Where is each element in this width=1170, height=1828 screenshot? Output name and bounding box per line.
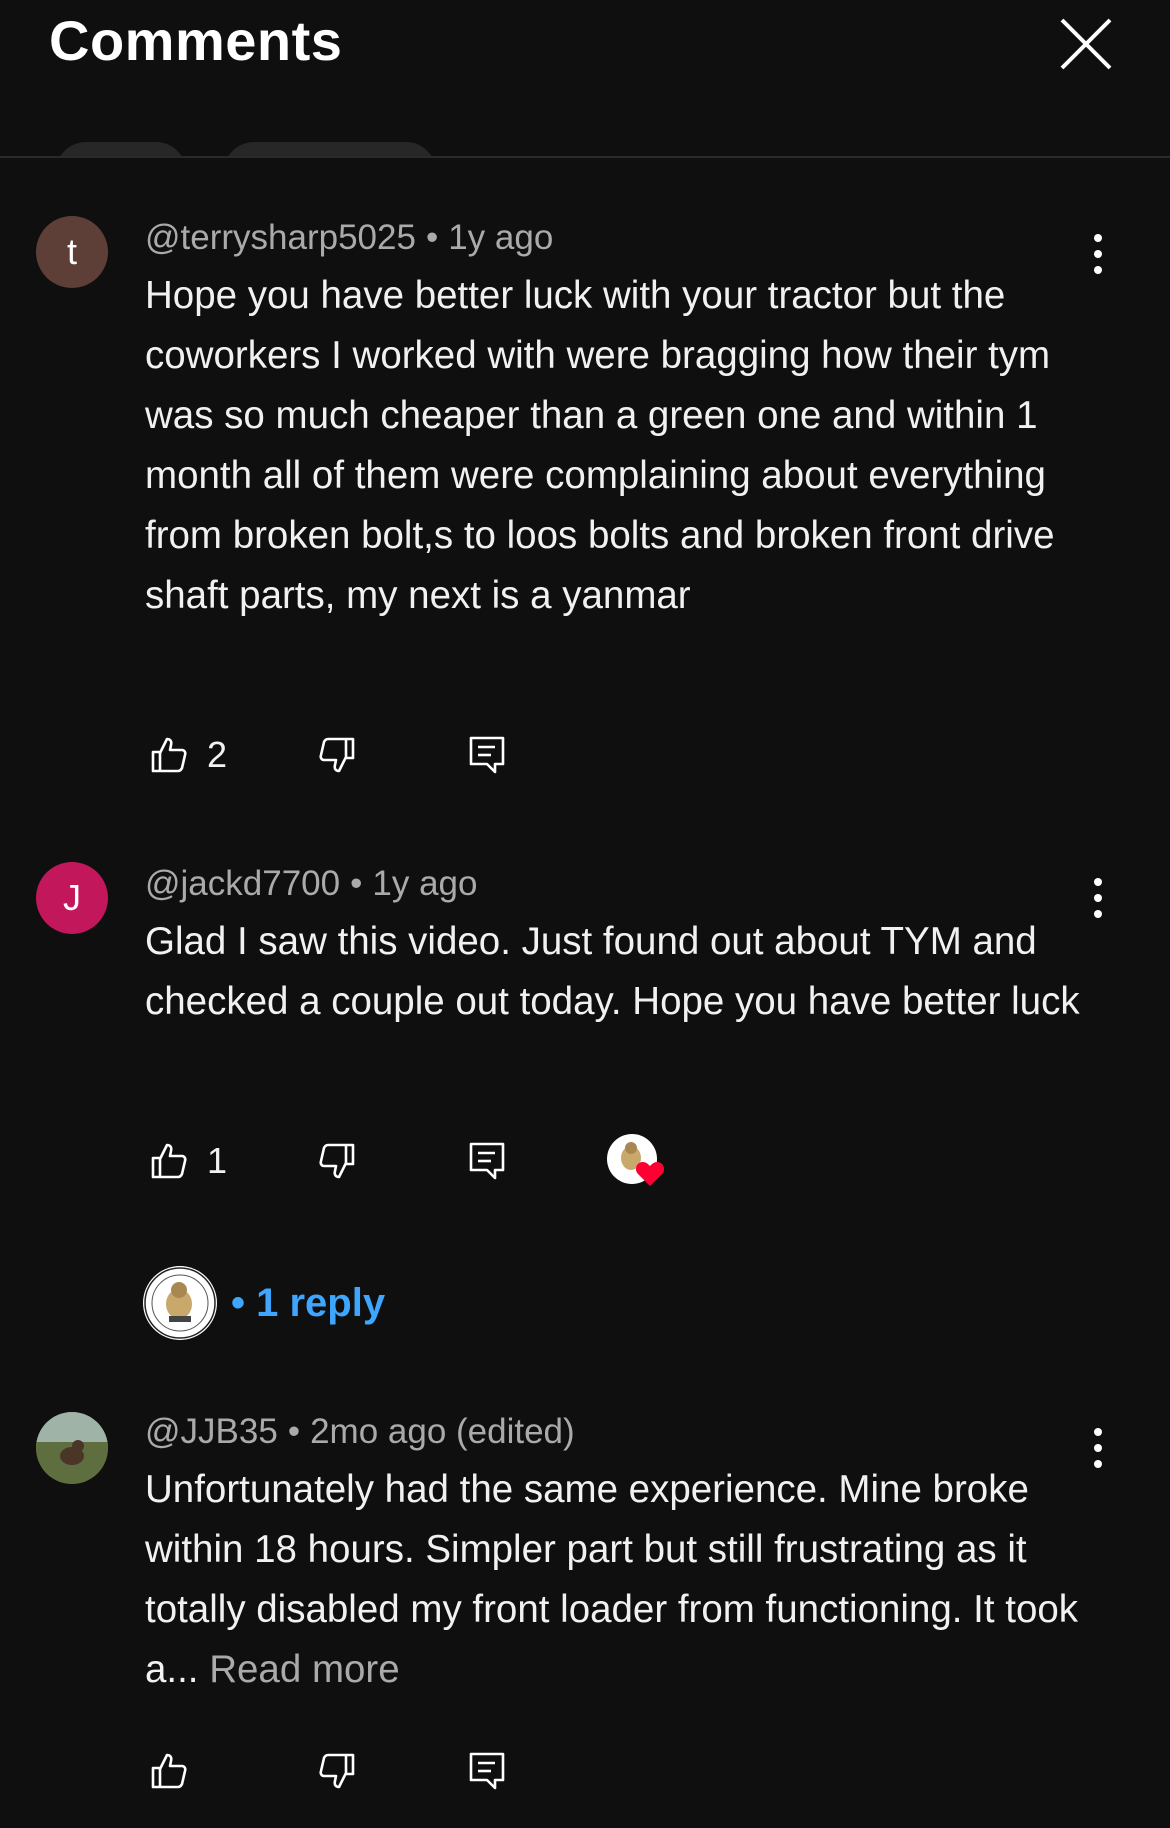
comment-meta: @jackd7700 • 1y ago [145, 864, 477, 904]
comment-reply-icon [469, 1752, 505, 1790]
thumbs-up-icon [151, 1753, 187, 1789]
sort-chip-top[interactable] [56, 142, 186, 156]
sort-chip-newest[interactable] [224, 142, 436, 156]
comment-meta: @terrysharp5025 • 1y ago [145, 218, 553, 258]
comments-header: Comments [0, 0, 1170, 158]
thumbs-up-icon [151, 737, 187, 773]
read-more-link[interactable]: Read more [209, 1648, 399, 1691]
like-button[interactable]: 1 [149, 1136, 227, 1186]
replies-count-text: 1 reply [256, 1280, 386, 1325]
reply-author-avatar [143, 1266, 217, 1340]
heart-icon [635, 1162, 665, 1186]
dislike-button[interactable] [317, 1746, 357, 1796]
like-button[interactable]: 2 [149, 730, 227, 780]
avatar-letter: J [63, 877, 81, 918]
avatar[interactable] [36, 1412, 108, 1484]
comment-time[interactable]: 1y ago [448, 218, 553, 257]
comment-reply-icon [469, 736, 505, 774]
reply-button[interactable] [467, 1136, 507, 1186]
comment-text: Unfortunately had the same experience. M… [145, 1460, 1095, 1700]
thumbs-up-icon [151, 1143, 187, 1179]
comment-text: Hope you have better luck with your trac… [145, 274, 1055, 617]
thumbs-down-icon [319, 737, 355, 773]
avatar-photo [36, 1412, 108, 1484]
comment-reply-icon [469, 1142, 505, 1180]
comment-actions: 1 [145, 1134, 1045, 1186]
comment-meta: @JJB35 • 2mo ago (edited) [145, 1412, 575, 1452]
meta-separator: • [287, 1412, 301, 1451]
like-count: 2 [207, 734, 228, 775]
dislike-button[interactable] [317, 1136, 357, 1186]
comment-time[interactable]: 1y ago [372, 864, 477, 903]
comment-text: Glad I saw this video. Just found out ab… [145, 920, 1080, 1023]
view-replies-button[interactable]: • 1 reply [143, 1266, 385, 1340]
dislike-button[interactable] [317, 730, 357, 780]
thumbs-down-icon [319, 1143, 355, 1179]
comment-actions: 2 [145, 730, 1045, 780]
like-button[interactable] [149, 1746, 189, 1796]
comment-actions [145, 1746, 1045, 1796]
avatar[interactable]: t [36, 216, 108, 288]
meta-separator: • [425, 218, 439, 257]
comment-author[interactable]: @JJB35 [145, 1412, 278, 1451]
comment-time[interactable]: 2mo ago (edited) [310, 1412, 575, 1451]
avatar[interactable]: J [36, 862, 108, 934]
like-count: 1 [207, 1140, 228, 1181]
creator-avatar-icon [144, 1267, 216, 1339]
avatar-letter: t [66, 231, 77, 272]
close-icon [1060, 18, 1112, 70]
close-button[interactable] [1058, 16, 1114, 72]
creator-heart-badge [607, 1134, 665, 1186]
comment-author[interactable]: @terrysharp5025 [145, 218, 416, 257]
replies-link-label[interactable]: • 1 reply [231, 1281, 385, 1326]
reply-button[interactable] [467, 1746, 507, 1796]
comment-author[interactable]: @jackd7700 [145, 864, 340, 903]
thumbs-down-icon [319, 1753, 355, 1789]
page-title: Comments [49, 9, 343, 72]
meta-separator: • [350, 864, 363, 903]
reply-button[interactable] [467, 730, 507, 780]
